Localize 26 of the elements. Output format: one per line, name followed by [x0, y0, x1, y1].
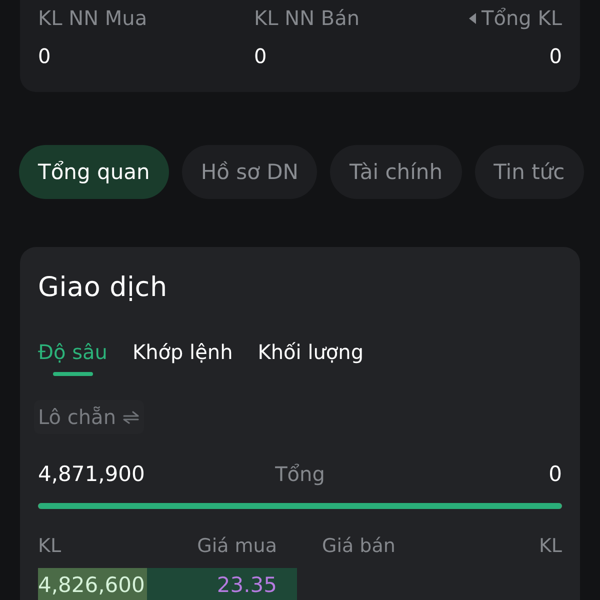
bid-total: 4,871,900	[38, 461, 145, 487]
bid-price: 23.35	[216, 573, 277, 597]
summary-label: KL NN Mua	[38, 6, 148, 30]
tab[interactable]: Tổng quan	[19, 145, 169, 199]
active-tab-underline	[53, 372, 93, 376]
sub-tab[interactable]: Khớp lệnh	[132, 339, 233, 365]
caret-left-icon[interactable]	[468, 12, 476, 24]
bid-volume: 4,826,600	[38, 573, 145, 597]
column-header: KL	[538, 534, 562, 558]
summary-label: KL NN Bán	[254, 6, 360, 30]
summary-value: 0	[38, 44, 52, 68]
tab[interactable]: Tài chính	[330, 145, 462, 199]
column-header: KL	[38, 534, 62, 558]
column-header: Giá mua	[197, 534, 277, 558]
summary-value: 0	[254, 44, 268, 68]
sub-tab[interactable]: Độ sâu	[38, 339, 108, 365]
sub-tab[interactable]: Khối lượng	[258, 339, 364, 365]
tab[interactable]: Hồ sơ DN	[182, 145, 318, 199]
summary-label: Tổng KL	[482, 6, 562, 30]
summary-value: 0	[548, 44, 562, 68]
tab[interactable]: Tin tức	[474, 145, 584, 199]
ask-total: 0	[548, 461, 562, 487]
column-header: Giá bán	[322, 534, 396, 558]
swap-icon	[123, 410, 139, 424]
total-label: Tổng	[275, 461, 325, 487]
card-title: Giao dịch	[38, 271, 168, 305]
